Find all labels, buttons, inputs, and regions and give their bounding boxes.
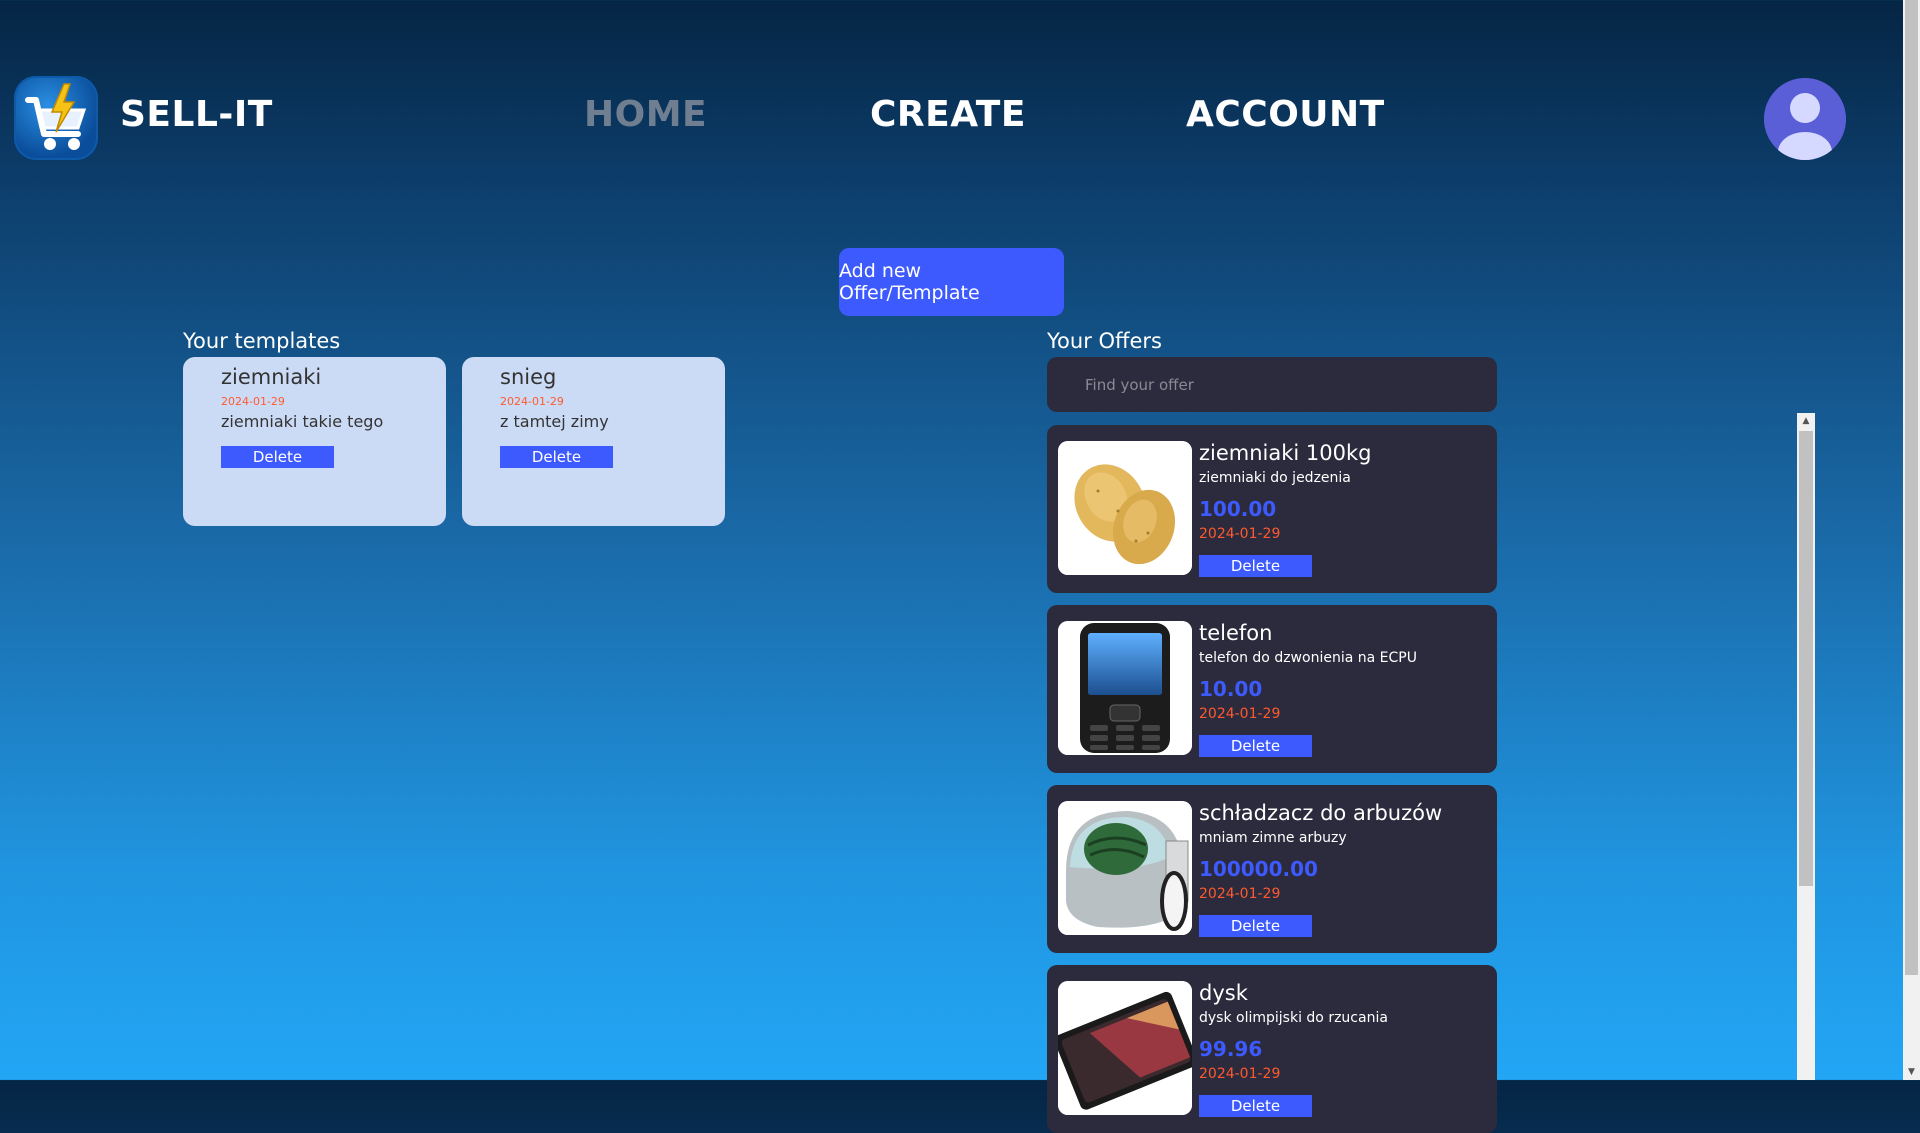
- delete-template-button[interactable]: Delete: [500, 446, 613, 468]
- brand-name: SELL-IT: [120, 94, 273, 135]
- offer-card: schładzacz do arbuzów mniam zimne arbuzy…: [1047, 785, 1497, 953]
- shopping-cart-lightning-icon: [25, 83, 87, 150]
- template-date: 2024-01-29: [500, 395, 564, 408]
- template-description: z tamtej zimy: [500, 412, 609, 431]
- delete-offer-button[interactable]: Delete: [1199, 735, 1312, 757]
- offer-description: ziemniaki do jedzenia: [1199, 470, 1351, 486]
- delete-offer-button[interactable]: Delete: [1199, 555, 1312, 577]
- offer-description: dysk olimpijski do rzucania: [1199, 1010, 1388, 1026]
- offer-price: 10.00: [1199, 677, 1263, 701]
- offer-price: 100.00: [1199, 497, 1277, 521]
- watermelon-cooler-image: [1058, 801, 1192, 935]
- template-card: ziemniaki 2024-01-29 ziemniaki takie teg…: [183, 357, 446, 526]
- add-offer-template-button[interactable]: Add new Offer/Template: [839, 248, 1064, 316]
- template-card: snieg 2024-01-29 z tamtej zimy Delete: [462, 357, 725, 526]
- template-description: ziemniaki takie tego: [221, 412, 384, 431]
- offer-card: ziemniaki 100kg ziemniaki do jedzenia 10…: [1047, 425, 1497, 593]
- scroll-down-arrow-icon[interactable]: ▼: [1903, 1064, 1920, 1080]
- offer-date: 2024-01-29: [1199, 706, 1281, 722]
- nav-account[interactable]: ACCOUNT: [1186, 94, 1385, 135]
- offer-card: dysk dysk olimpijski do rzucania 99.96 2…: [1047, 965, 1497, 1133]
- offer-description: telefon do dzwonienia na ECPU: [1199, 650, 1417, 666]
- offer-name: ziemniaki 100kg: [1199, 441, 1372, 465]
- templates-heading: Your templates: [183, 329, 341, 353]
- user-avatar[interactable]: [1764, 78, 1846, 160]
- template-date: 2024-01-29: [221, 395, 285, 408]
- page-scrollbar[interactable]: ▼: [1903, 0, 1920, 1080]
- offer-search-input[interactable]: [1047, 357, 1497, 412]
- offer-card: telefon telefon do dzwonienia na ECPU 10…: [1047, 605, 1497, 773]
- delete-offer-button[interactable]: Delete: [1199, 1095, 1312, 1117]
- nav-create[interactable]: CREATE: [870, 94, 1026, 135]
- offer-date: 2024-01-29: [1199, 886, 1281, 902]
- offer-description: mniam zimne arbuzy: [1199, 830, 1347, 846]
- template-name: ziemniaki: [221, 365, 322, 389]
- offer-price: 99.96: [1199, 1037, 1263, 1061]
- scroll-up-arrow-icon[interactable]: ▲: [1797, 413, 1815, 429]
- page-scrollbar-thumb[interactable]: [1905, 0, 1918, 975]
- template-name: snieg: [500, 365, 557, 389]
- offer-name: schładzacz do arbuzów: [1199, 801, 1443, 825]
- offer-price: 100000.00: [1199, 857, 1318, 881]
- offer-name: telefon: [1199, 621, 1273, 645]
- delete-template-button[interactable]: Delete: [221, 446, 334, 468]
- phone-image: [1058, 621, 1192, 755]
- nav-home[interactable]: HOME: [584, 94, 707, 135]
- logo[interactable]: [14, 76, 98, 160]
- offer-name: dysk: [1199, 981, 1248, 1005]
- ssd-image: [1058, 981, 1192, 1115]
- potatoes-image: [1058, 441, 1192, 575]
- delete-offer-button[interactable]: Delete: [1199, 915, 1312, 937]
- user-avatar-icon: [1764, 78, 1846, 160]
- offers-scrollbar-thumb[interactable]: [1799, 431, 1813, 886]
- offers-heading: Your Offers: [1047, 329, 1162, 353]
- offers-scrollbar[interactable]: ▲: [1797, 413, 1815, 1080]
- offer-date: 2024-01-29: [1199, 526, 1281, 542]
